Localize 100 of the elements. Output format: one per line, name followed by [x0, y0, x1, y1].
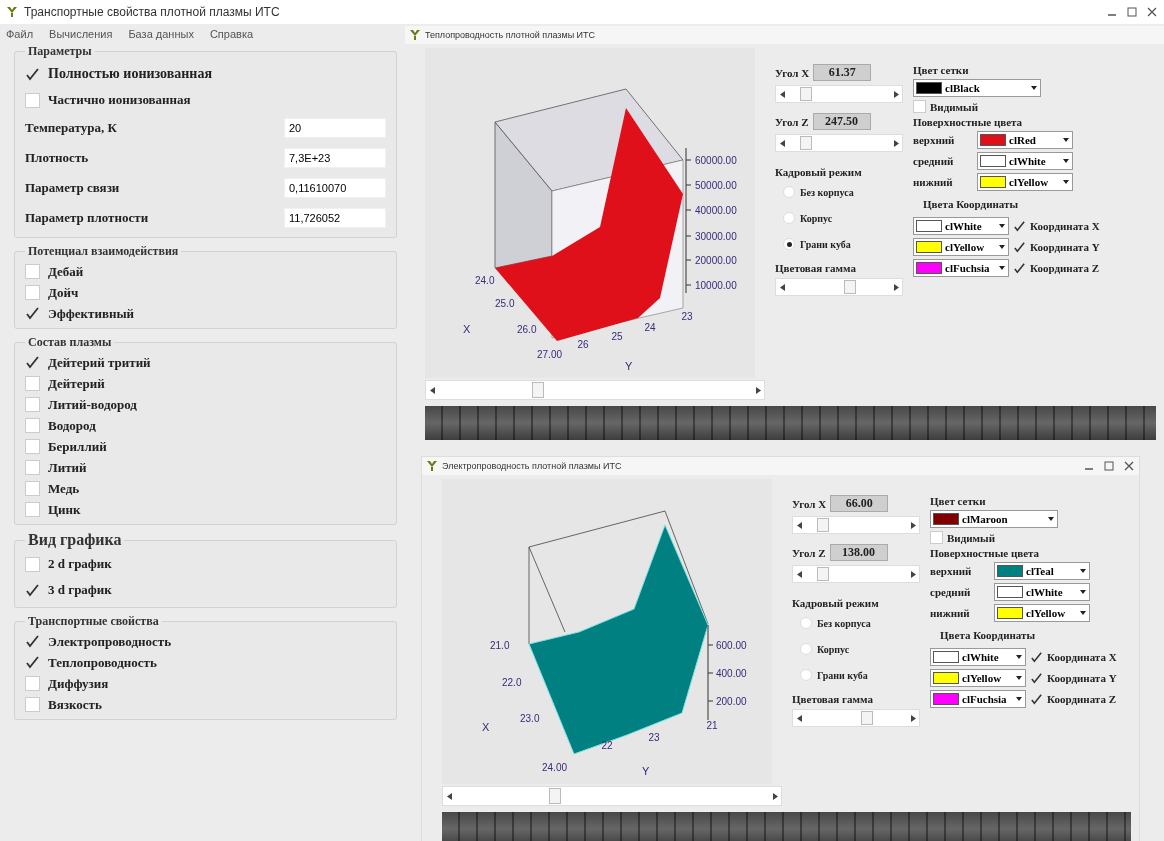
scrollbar[interactable]	[792, 516, 920, 534]
color-dropdown[interactable]: clYellow	[994, 604, 1090, 622]
checkbox[interactable]	[25, 655, 40, 670]
menu-item[interactable]: База данных	[126, 28, 196, 40]
close-icon[interactable]	[1146, 6, 1158, 18]
maximize-icon[interactable]	[1103, 460, 1115, 472]
scrollbar[interactable]	[442, 786, 782, 806]
radio-button[interactable]	[800, 617, 812, 629]
right-arrow-icon[interactable]	[910, 570, 916, 578]
caret-icon	[1015, 653, 1023, 661]
checkbox-label: Дейтерий	[48, 375, 105, 392]
angle-value: 61.37	[813, 64, 872, 81]
color-dropdown[interactable]: clWhite	[977, 152, 1073, 170]
field-label: Цвет сетки	[913, 64, 970, 76]
left-arrow-icon[interactable]	[796, 714, 802, 722]
checkbox-label: Литий	[48, 459, 87, 476]
checkbox-label: Видимый	[930, 100, 978, 113]
color-dropdown[interactable]: clYellow	[977, 173, 1073, 191]
right-arrow-icon[interactable]	[910, 521, 916, 529]
left-arrow-icon[interactable]	[796, 570, 802, 578]
menu-item[interactable]: Файл	[4, 28, 36, 40]
scrollbar[interactable]	[425, 380, 765, 400]
field-label: Параметр плотности	[25, 210, 149, 226]
scroll-thumb[interactable]	[817, 567, 830, 581]
axis-tick-label: 50000.00	[695, 180, 737, 191]
radio-button[interactable]	[783, 212, 795, 224]
scroll-thumb[interactable]	[817, 518, 830, 532]
checkbox[interactable]	[1013, 261, 1026, 275]
right-arrow-icon[interactable]	[772, 792, 778, 800]
menu-item[interactable]: Справка	[207, 28, 256, 40]
scrollbar[interactable]	[792, 709, 920, 727]
field-label: Плотность	[25, 150, 89, 166]
left-arrow-icon[interactable]	[796, 521, 802, 529]
right-arrow-icon[interactable]	[910, 714, 916, 722]
radio-button[interactable]	[800, 669, 812, 681]
color-dropdown[interactable]: clYellow	[913, 238, 1009, 256]
axis-tick-label: 21.0	[490, 640, 510, 651]
checkbox[interactable]	[1013, 219, 1026, 233]
color-dropdown[interactable]: clWhite	[930, 648, 1026, 666]
maximize-icon[interactable]	[1126, 6, 1138, 18]
checkbox[interactable]	[25, 306, 40, 321]
scroll-thumb[interactable]	[800, 87, 813, 101]
color-dropdown[interactable]: clBlack	[913, 79, 1041, 97]
color-dropdown[interactable]: clWhite	[913, 217, 1009, 235]
input-field[interactable]: 0,11610070	[284, 178, 386, 198]
checkbox[interactable]	[1030, 671, 1043, 685]
checkbox[interactable]	[25, 582, 40, 598]
input-field[interactable]: 7,3Е+23	[284, 148, 386, 168]
scrollbar[interactable]	[775, 85, 903, 103]
color-dropdown[interactable]: clRed	[977, 131, 1073, 149]
radio-button[interactable]	[800, 643, 812, 655]
caret-icon	[1079, 588, 1087, 596]
radio-label: Без корпуса	[800, 186, 854, 198]
input-field[interactable]: 20	[284, 118, 386, 138]
left-arrow-icon[interactable]	[446, 792, 452, 800]
axis-tick-label: 27.00	[537, 349, 563, 360]
close-icon[interactable]	[1123, 460, 1135, 472]
left-arrow-icon[interactable]	[779, 139, 785, 147]
color-dropdown[interactable]: clMaroon	[930, 510, 1058, 528]
axis-tick-label: 23	[648, 732, 660, 743]
checkbox[interactable]	[25, 66, 40, 82]
checkbox[interactable]	[25, 355, 40, 370]
axis-tick-label: 600.00	[716, 640, 747, 651]
angle-value: 138.00	[829, 544, 888, 561]
radio-button[interactable]	[783, 186, 795, 198]
right-arrow-icon[interactable]	[755, 386, 761, 394]
checkbox-label: Дойч	[48, 284, 79, 301]
caret-icon	[1062, 178, 1070, 186]
checkbox[interactable]	[1030, 650, 1043, 664]
radio-label: Грани куба	[817, 669, 868, 681]
right-arrow-icon[interactable]	[893, 283, 899, 291]
radio-button[interactable]	[783, 238, 795, 250]
scrollbar[interactable]	[775, 134, 903, 152]
scroll-thumb[interactable]	[844, 280, 857, 294]
scrollbar[interactable]	[775, 278, 903, 296]
input-field[interactable]: 11,726052	[284, 208, 386, 228]
left-arrow-icon[interactable]	[779, 90, 785, 98]
checkbox[interactable]	[25, 634, 40, 649]
color-dropdown[interactable]: clFuchsia	[930, 690, 1026, 708]
scrollbar[interactable]	[792, 565, 920, 583]
group-title: Потенциал взаимодействия	[27, 244, 180, 259]
color-dropdown[interactable]: clWhite	[994, 583, 1090, 601]
field-label: нижний	[913, 176, 954, 188]
window-title: Электропроводность плотной плазмы ИТС	[442, 461, 622, 471]
scroll-thumb[interactable]	[800, 136, 813, 150]
checkbox[interactable]	[1030, 692, 1043, 706]
color-dropdown[interactable]: clYellow	[930, 669, 1026, 687]
axis-label: Y	[642, 765, 650, 777]
right-arrow-icon[interactable]	[893, 139, 899, 147]
left-arrow-icon[interactable]	[779, 283, 785, 291]
scroll-thumb[interactable]	[861, 711, 874, 725]
section-title: Поверхностные цвета	[930, 547, 1041, 559]
left-arrow-icon[interactable]	[429, 386, 435, 394]
right-arrow-icon[interactable]	[893, 90, 899, 98]
checkbox[interactable]	[1013, 240, 1026, 254]
scroll-thumb[interactable]	[549, 788, 562, 804]
menu-item[interactable]: Вычисления	[47, 28, 115, 40]
scroll-thumb[interactable]	[532, 382, 545, 398]
color-dropdown[interactable]: clFuchsia	[913, 259, 1009, 277]
color-dropdown[interactable]: clTeal	[994, 562, 1090, 580]
